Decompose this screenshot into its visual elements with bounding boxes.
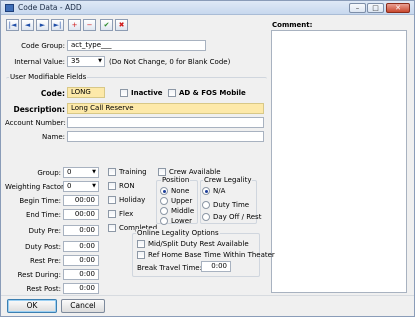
position-lower-label: Lower bbox=[171, 217, 192, 225]
app-icon bbox=[5, 4, 14, 12]
last-record-button[interactable]: ►| bbox=[51, 19, 64, 31]
end-time-field[interactable]: 00:00 bbox=[63, 209, 99, 220]
cancel-record-button[interactable]: ✖ bbox=[115, 19, 128, 31]
rest-pre-field[interactable]: 0:00 bbox=[63, 255, 99, 266]
window-title: Code Data - ADD bbox=[18, 3, 82, 12]
rest-during-label: Rest During: bbox=[17, 271, 61, 279]
add-record-button[interactable]: + bbox=[68, 19, 81, 31]
description-label: Description: bbox=[13, 105, 65, 114]
break-travel-label: Break Travel Time: bbox=[137, 264, 202, 272]
account-number-label: Account Number: bbox=[5, 119, 66, 127]
flex-checkbox[interactable] bbox=[108, 210, 116, 218]
training-label: Training bbox=[119, 168, 147, 176]
chevron-down-icon: ▼ bbox=[92, 169, 96, 175]
begin-time-label: Begin Time: bbox=[19, 197, 61, 205]
group-label: Group: bbox=[37, 169, 61, 177]
code-label: Code: bbox=[40, 89, 65, 98]
name-label: Name: bbox=[41, 133, 65, 141]
next-record-button[interactable]: ► bbox=[36, 19, 49, 31]
name-field[interactable] bbox=[67, 131, 264, 142]
end-time-label: End Time: bbox=[25, 211, 61, 219]
weighting-factor-label: Weighting Factor: bbox=[5, 183, 67, 191]
weighting-factor-selected: 0 bbox=[67, 182, 72, 190]
chevron-down-icon: ▼ bbox=[92, 183, 96, 189]
rest-pre-label: Rest Pre: bbox=[30, 257, 61, 265]
comment-label: Comment: bbox=[272, 21, 313, 29]
position-upper-radio[interactable] bbox=[160, 197, 168, 205]
ad-fos-mobile-label: AD & FOS Mobile bbox=[179, 89, 246, 97]
position-none-radio[interactable] bbox=[160, 187, 168, 195]
previous-record-button[interactable]: ◄ bbox=[21, 19, 34, 31]
holiday-label: Holiday bbox=[119, 196, 146, 204]
ad-fos-mobile-checkbox[interactable] bbox=[168, 89, 176, 97]
crew-legality-duty-time-radio[interactable] bbox=[202, 201, 210, 209]
close-button[interactable]: ✕ bbox=[386, 3, 410, 13]
flex-label: Flex bbox=[119, 210, 134, 218]
position-middle-radio[interactable] bbox=[160, 207, 168, 215]
crew-legality-na-radio[interactable] bbox=[202, 187, 210, 195]
crew-available-label: Crew Available bbox=[169, 168, 221, 176]
position-middle-label: Middle bbox=[171, 207, 195, 215]
internal-value-select[interactable]: 35 ▼ bbox=[67, 56, 105, 67]
begin-time-field[interactable]: 00:00 bbox=[63, 195, 99, 206]
holiday-checkbox[interactable] bbox=[108, 196, 116, 204]
online-legality-legend: Online Legality Options bbox=[136, 229, 220, 237]
position-none-label: None bbox=[171, 187, 190, 195]
ok-button[interactable]: OK bbox=[7, 299, 57, 313]
first-record-button[interactable]: |◄ bbox=[6, 19, 19, 31]
break-travel-field[interactable]: 0:00 bbox=[201, 261, 231, 272]
code-group-label: Code Group: bbox=[21, 42, 65, 50]
position-lower-radio[interactable] bbox=[160, 217, 168, 225]
crew-legality-day-off-radio[interactable] bbox=[202, 213, 210, 221]
ron-label: RON bbox=[119, 182, 135, 190]
training-checkbox[interactable] bbox=[108, 168, 116, 176]
maximize-button[interactable]: □ bbox=[367, 3, 384, 13]
position-legend: Position bbox=[161, 176, 191, 184]
internal-value-label: Internal Value: bbox=[14, 58, 65, 66]
description-field[interactable]: Long Call Reserve bbox=[67, 103, 264, 114]
rest-during-field[interactable]: 0:00 bbox=[63, 269, 99, 280]
inactive-label: Inactive bbox=[131, 89, 163, 97]
minimize-button[interactable]: – bbox=[349, 3, 366, 13]
ref-home-base-checkbox[interactable] bbox=[137, 251, 145, 259]
user-fields-legend: User Modifiable Fields bbox=[9, 73, 88, 81]
completed-checkbox[interactable] bbox=[108, 224, 116, 232]
code-data-window: Code Data - ADD – □ ✕ |◄ ◄ ► ►| + − ✔ ✖ … bbox=[0, 0, 415, 317]
footer-separator bbox=[1, 295, 414, 296]
duty-pre-label: Duty Pre: bbox=[28, 227, 61, 235]
crew-legality-duty-time-label: Duty Time bbox=[213, 201, 250, 209]
account-number-field[interactable] bbox=[67, 117, 264, 128]
position-upper-label: Upper bbox=[171, 197, 193, 205]
rest-post-label: Rest Post: bbox=[26, 285, 61, 293]
group-selected: 0 bbox=[67, 168, 72, 176]
code-field[interactable]: LONG bbox=[67, 87, 105, 98]
weighting-factor-select[interactable]: 0 ▼ bbox=[63, 181, 99, 192]
mid-split-label: Mid/Split Duty Rest Available bbox=[148, 240, 249, 248]
duty-pre-field[interactable]: 0:00 bbox=[63, 225, 99, 236]
inactive-checkbox[interactable] bbox=[120, 89, 128, 97]
duty-post-label: Duty Post: bbox=[25, 243, 61, 251]
crew-legality-na-label: N/A bbox=[213, 187, 226, 195]
code-group-field[interactable]: act_type___ bbox=[67, 40, 206, 51]
chevron-down-icon: ▼ bbox=[98, 58, 102, 64]
cancel-button[interactable]: Cancel bbox=[61, 299, 105, 313]
duty-post-field[interactable]: 0:00 bbox=[63, 241, 99, 252]
delete-record-button[interactable]: − bbox=[83, 19, 96, 31]
group-select[interactable]: 0 ▼ bbox=[63, 167, 99, 178]
crew-legality-day-off-label: Day Off / Rest bbox=[213, 213, 262, 221]
comment-textarea[interactable] bbox=[271, 30, 407, 293]
ref-home-base-label: Ref Home Base Time Within Theater bbox=[148, 251, 275, 259]
internal-value-hint: (Do Not Change, 0 for Blank Code) bbox=[109, 58, 231, 66]
title-bar: Code Data - ADD – □ ✕ bbox=[1, 1, 414, 15]
crew-legality-legend: Crew Legality bbox=[203, 176, 253, 184]
ron-checkbox[interactable] bbox=[108, 182, 116, 190]
internal-value-selected: 35 bbox=[71, 57, 80, 65]
rest-post-field[interactable]: 0:00 bbox=[63, 283, 99, 294]
mid-split-checkbox[interactable] bbox=[137, 240, 145, 248]
crew-available-checkbox[interactable] bbox=[158, 168, 166, 176]
save-record-button[interactable]: ✔ bbox=[100, 19, 113, 31]
